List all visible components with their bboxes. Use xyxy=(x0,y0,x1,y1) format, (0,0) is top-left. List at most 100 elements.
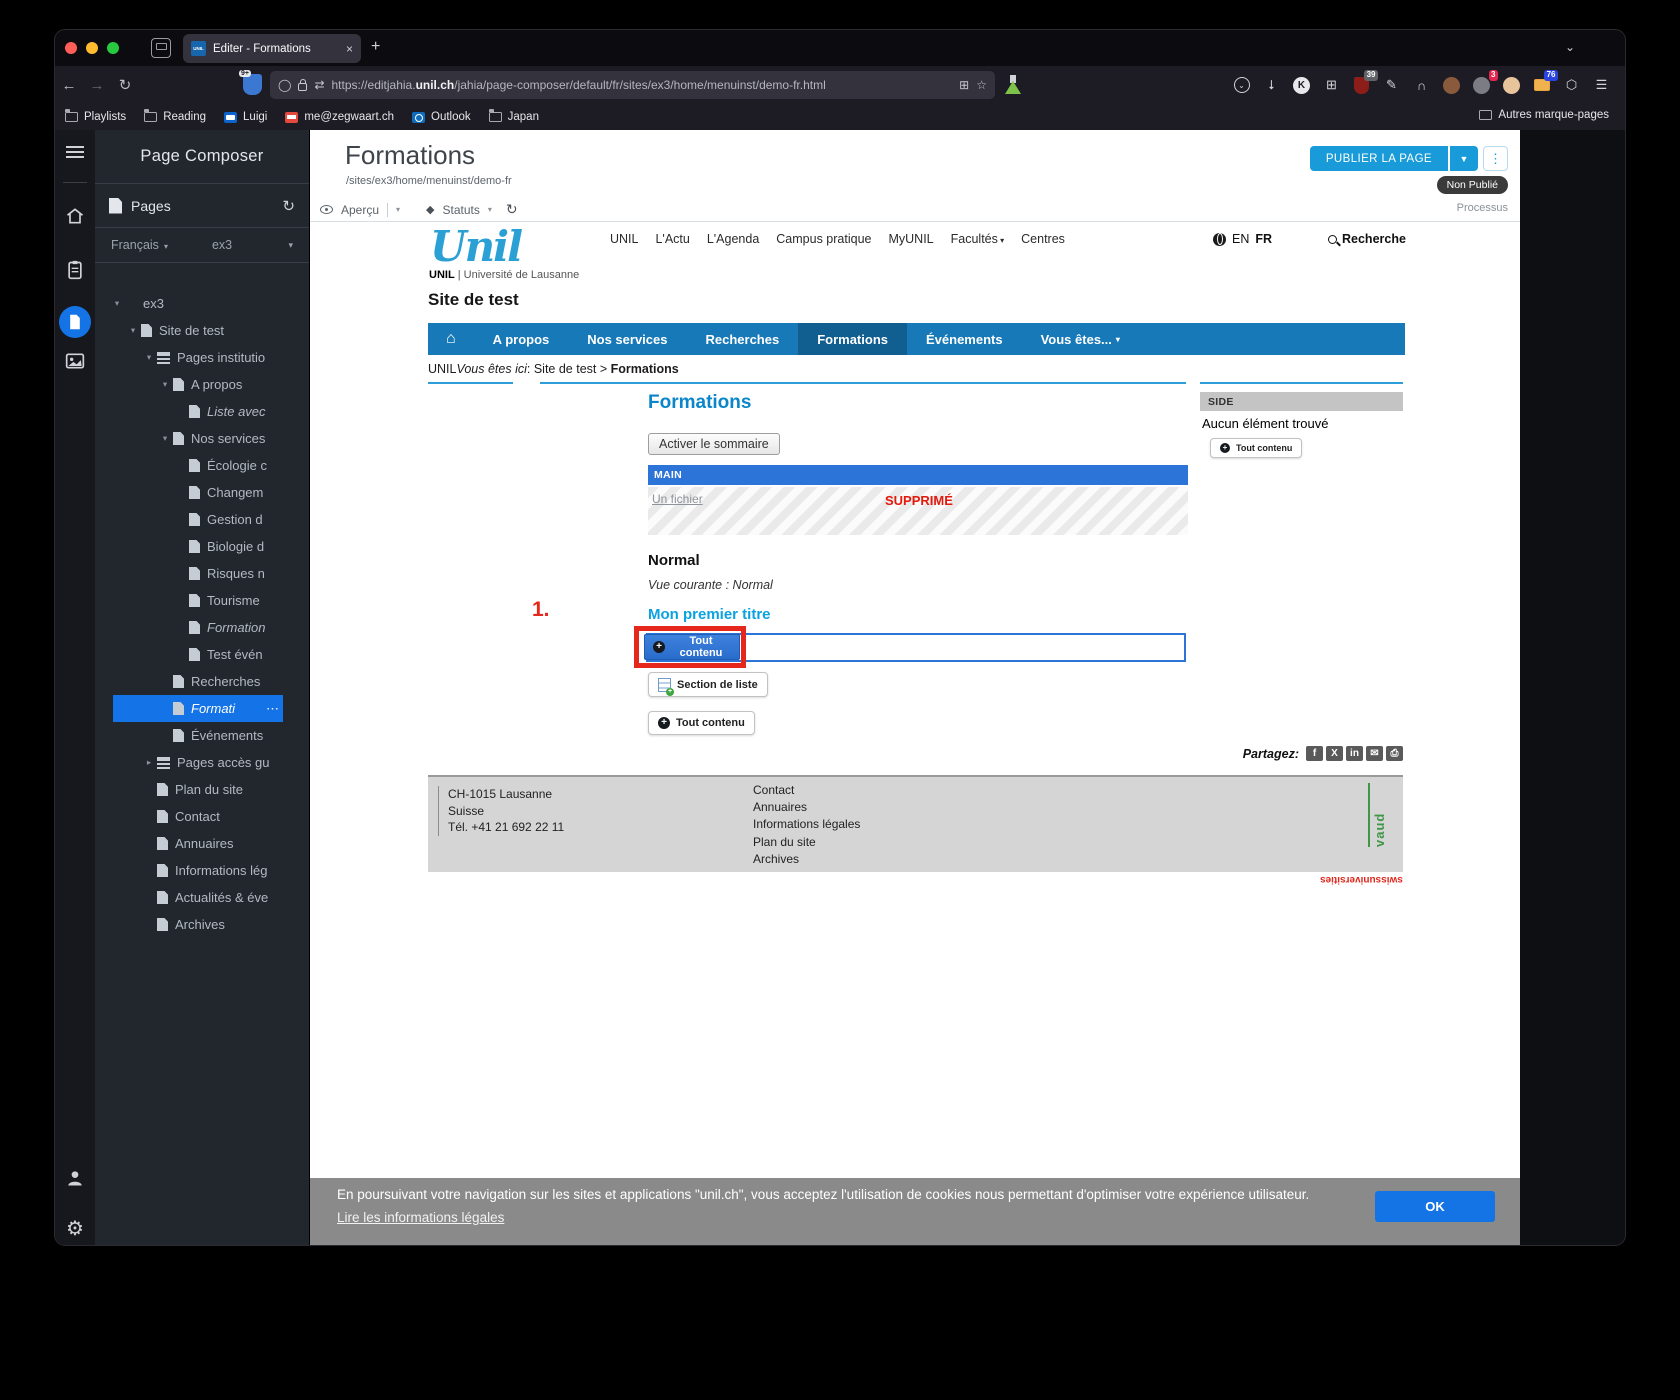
tree-item[interactable]: Gestion d ⋯ xyxy=(95,506,309,533)
nav-item[interactable]: Vous êtes... xyxy=(1022,323,1139,355)
status-chevron-icon[interactable]: ▾ xyxy=(488,205,492,214)
account-avatar-icon[interactable] xyxy=(1502,76,1521,95)
tree-item[interactable]: A propos ⋯ xyxy=(95,371,309,398)
tree-item[interactable]: Pages institutio ⋯ xyxy=(95,344,309,371)
extension-flask-icon[interactable] xyxy=(1005,75,1023,95)
side-add-content-button[interactable]: + Tout contenu xyxy=(1210,438,1302,458)
footer-link[interactable]: Plan du site xyxy=(753,834,860,851)
tracking-shield-icon[interactable]: ◯ xyxy=(278,78,291,92)
menu-hamburger-icon[interactable]: ☰ xyxy=(1592,76,1611,95)
apps-grid-icon[interactable]: ⊞ xyxy=(1322,76,1341,95)
other-bookmarks[interactable]: Autres marque-pages xyxy=(1479,109,1609,121)
new-tab-button[interactable]: + xyxy=(371,38,380,56)
vaud-logo[interactable]: vaud xyxy=(1368,783,1387,847)
top-nav-item[interactable]: L'Agenda xyxy=(707,232,759,246)
language-selector[interactable]: Français▾ xyxy=(111,238,168,252)
chevron-icon[interactable] xyxy=(109,298,125,309)
tree-item[interactable]: Annuaires ⋯ xyxy=(95,830,309,857)
permissions-icon[interactable]: ⇄ xyxy=(314,78,324,92)
print-icon[interactable]: ⎙ xyxy=(1386,746,1403,761)
top-nav-item[interactable]: Campus pratique xyxy=(776,232,871,246)
tree-item[interactable]: Liste avec ⋯ xyxy=(95,398,309,425)
top-nav-item[interactable]: Facultés xyxy=(951,232,1005,246)
tree-item[interactable]: Recherches ⋯ xyxy=(95,668,309,695)
nav-item[interactable]: Formations xyxy=(798,323,907,355)
tree-item[interactable]: Test évén ⋯ xyxy=(95,641,309,668)
lang-fr-link[interactable]: FR xyxy=(1255,232,1272,246)
bookmark-item[interactable]: Luigi xyxy=(224,111,267,123)
media-library-icon[interactable] xyxy=(55,352,95,370)
tree-item[interactable]: Risques n ⋯ xyxy=(95,560,309,587)
tree-item[interactable]: Écologie c ⋯ xyxy=(95,452,309,479)
monitor-extension-icon[interactable]: 76 xyxy=(1532,76,1551,95)
add-all-content-button[interactable]: + Tout contenu xyxy=(644,634,740,660)
minimize-window-button[interactable] xyxy=(86,42,98,54)
screenshot-tool-icon[interactable] xyxy=(151,38,171,58)
refresh-preview-icon[interactable]: ↻ xyxy=(506,201,518,218)
user-account-icon[interactable] xyxy=(55,1168,95,1188)
nav-item[interactable]: Recherches xyxy=(686,323,798,355)
lang-en-link[interactable]: EN xyxy=(1232,232,1249,246)
tree-item[interactable]: Changem ⋯ xyxy=(95,479,309,506)
footer-link[interactable]: Informations légales xyxy=(753,816,860,833)
refresh-tree-icon[interactable]: ↻ xyxy=(282,197,295,215)
home-icon[interactable] xyxy=(55,206,95,226)
adblock-shield-icon[interactable]: 39 xyxy=(1352,76,1371,95)
tree-item[interactable]: Contact ⋯ xyxy=(95,803,309,830)
site-search-link[interactable]: Recherche xyxy=(1328,232,1406,246)
nav-item[interactable]: A propos xyxy=(474,323,569,355)
main-menu-icon[interactable] xyxy=(55,146,95,158)
chevron-icon[interactable] xyxy=(157,379,173,390)
side-area-label[interactable]: SIDE xyxy=(1200,392,1403,411)
publish-dropdown-chevron[interactable]: ▼ xyxy=(1449,146,1478,171)
add-all-content-button-2[interactable]: + Tout contenu xyxy=(648,711,755,735)
chevron-icon[interactable] xyxy=(141,352,157,363)
site-selector-chevron-icon[interactable]: ▾ xyxy=(288,240,293,251)
reader-grid-icon[interactable]: ⊞ xyxy=(959,78,969,92)
back-button[interactable]: ← xyxy=(55,77,83,94)
reload-button[interactable]: ↻ xyxy=(111,76,139,94)
tree-item[interactable]: Informations lég ⋯ xyxy=(95,857,309,884)
top-nav-item[interactable]: UNIL xyxy=(610,232,638,246)
x-twitter-icon[interactable]: X xyxy=(1326,746,1343,761)
publish-page-button[interactable]: PUBLIER LA PAGE xyxy=(1310,146,1448,171)
tree-item[interactable]: Nos services ⋯ xyxy=(95,425,309,452)
tree-item[interactable]: Plan du site ⋯ xyxy=(95,776,309,803)
tree-item[interactable]: Actualités & éve ⋯ xyxy=(95,884,309,911)
tree-item[interactable]: Formati ⋯ xyxy=(95,695,309,722)
close-window-button[interactable] xyxy=(65,42,77,54)
bookmark-star-icon[interactable]: ☆ xyxy=(976,78,987,92)
arc-extension-icon[interactable]: ∩ xyxy=(1412,76,1431,95)
forward-button[interactable]: → xyxy=(83,77,111,94)
nav-item[interactable]: Événements xyxy=(907,323,1022,355)
site-selector[interactable]: ex3 xyxy=(212,238,232,252)
url-field[interactable]: ◯ ⇄ https://editjahia.unil.ch/jahia/page… xyxy=(270,71,995,99)
nav-item[interactable]: Nos services xyxy=(568,323,686,355)
tree-item[interactable]: Archives ⋯ xyxy=(95,911,309,938)
highlighter-pen-icon[interactable]: ✎ xyxy=(1382,76,1401,95)
tree-item[interactable]: Pages accès gu ⋯ xyxy=(95,749,309,776)
bookmark-item[interactable]: Japan xyxy=(489,111,539,123)
notifications-icon[interactable]: 3 xyxy=(1472,76,1491,95)
kagi-extension-icon[interactable]: K xyxy=(1292,76,1311,95)
preview-mode-button[interactable]: Aperçu xyxy=(341,203,379,217)
tree-item[interactable]: Formation ⋯ xyxy=(95,614,309,641)
toc-toggle-button[interactable]: Activer le sommaire xyxy=(648,433,780,455)
top-nav-item[interactable]: MyUNIL xyxy=(888,232,933,246)
bookmark-item[interactable]: Reading xyxy=(144,111,206,123)
tree-item[interactable]: Biologie d ⋯ xyxy=(95,533,309,560)
profile-avatar-blocked-icon[interactable] xyxy=(1442,76,1461,95)
unil-logo[interactable]: Unil xyxy=(430,222,521,271)
puzzle-extensions-icon[interactable]: ⬡ xyxy=(1562,76,1581,95)
footer-link[interactable]: Annuaires xyxy=(753,799,860,816)
page-composer-icon[interactable] xyxy=(55,306,95,338)
email-icon[interactable]: ✉ xyxy=(1366,746,1383,761)
browser-tab[interactable]: UNIL Editer - Formations × xyxy=(183,34,361,63)
chevron-icon[interactable] xyxy=(157,433,173,444)
bookmark-item[interactable]: Playlists xyxy=(65,111,126,123)
top-nav-item[interactable]: Centres xyxy=(1021,232,1065,246)
preview-mode-chevron-icon[interactable]: ▾ xyxy=(396,205,400,214)
tab-close-icon[interactable]: × xyxy=(346,42,353,56)
settings-gear-icon[interactable]: ⚙ xyxy=(55,1216,95,1241)
swissuniversities-logo[interactable]: swissuniversities xyxy=(1320,874,1403,885)
